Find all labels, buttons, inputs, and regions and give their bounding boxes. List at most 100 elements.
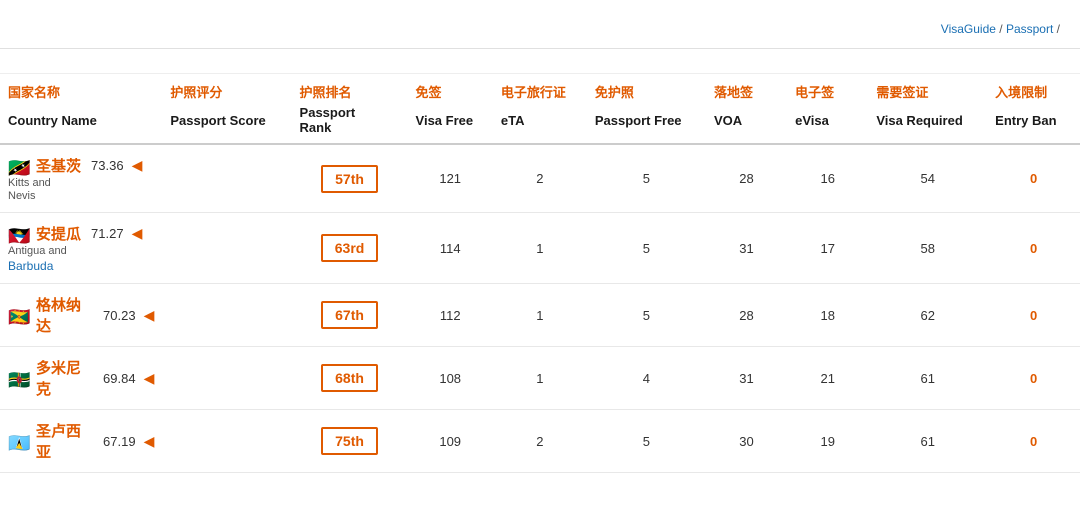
eta-cell: 1	[493, 347, 587, 410]
col-header-eta-cn: 电子旅行证	[493, 76, 587, 103]
entry-ban-cell: 0	[987, 410, 1080, 473]
country-score-inline: 70.23	[103, 308, 136, 323]
passport-score-cell	[162, 284, 291, 347]
col-header-evisa-en: eVisa	[787, 103, 868, 144]
english-header-row: Country Name Passport Score PassportRank…	[0, 103, 1080, 144]
country-cell: 🇱🇨 圣卢西亚 67.19 ◀	[0, 410, 162, 473]
eta-cell: 2	[493, 410, 587, 473]
col-header-voa-en: VOA	[706, 103, 787, 144]
country-cell: 🇦🇬 安提瓜 71.27 ◀ Antigua and Barbuda	[0, 213, 162, 284]
table-wrapper: 国家名称 护照评分 护照排名 免签 电子旅行证 免护照 落地签 电子签 需要签证…	[0, 76, 1080, 493]
eta-cell: 2	[493, 144, 587, 213]
country-chinese: 圣卢西亚	[36, 420, 93, 462]
country-flag: 🇬🇩	[8, 307, 30, 323]
country-top: 🇱🇨 圣卢西亚 67.19 ◀	[8, 420, 154, 462]
country-top: 🇰🇳 圣基茨 73.36 ◀	[8, 155, 154, 176]
passport-free-cell: 5	[587, 144, 706, 213]
passport-table: 国家名称 护照评分 护照排名 免签 电子旅行证 免护照 落地签 电子签 需要签证…	[0, 76, 1080, 473]
country-top: 🇦🇬 安提瓜 71.27 ◀	[8, 223, 154, 244]
country-english-sub: Antigua and	[8, 245, 154, 257]
voa-cell: 28	[706, 284, 787, 347]
visa-free-cell: 108	[408, 347, 493, 410]
country-info: 🇩🇲 多米尼克 69.84 ◀	[8, 357, 154, 399]
visa-required-cell: 61	[868, 347, 987, 410]
table-row: 🇱🇨 圣卢西亚 67.19 ◀ 75th109253019610	[0, 410, 1080, 473]
table-row: 🇬🇩 格林纳达 70.23 ◀ 67th112152818620	[0, 284, 1080, 347]
breadcrumb-visaguide[interactable]: VisaGuide	[941, 22, 996, 36]
evisa-cell: 19	[787, 410, 868, 473]
country-chinese: 圣基茨	[36, 155, 81, 176]
country-flag: 🇱🇨	[8, 433, 30, 449]
arrow-icon: ◀	[132, 157, 143, 174]
breadcrumb: VisaGuide / Passport /	[941, 22, 1060, 36]
col-header-visareq-cn: 需要签证	[868, 76, 987, 103]
passport-rank-cell: 57th	[292, 144, 408, 213]
col-header-eta-en: eTA	[493, 103, 587, 144]
country-cell: 🇩🇲 多米尼克 69.84 ◀	[0, 347, 162, 410]
table-row: 🇦🇬 安提瓜 71.27 ◀ Antigua and Barbuda 63rd114…	[0, 213, 1080, 284]
country-english-sub: Kitts and	[8, 177, 154, 189]
col-header-entryban-cn: 入境限制	[987, 76, 1080, 103]
voa-cell: 31	[706, 213, 787, 284]
visa-required-cell: 58	[868, 213, 987, 284]
col-header-score-en: Passport Score	[162, 103, 291, 144]
entry-ban-cell: 0	[987, 144, 1080, 213]
rank-box: 57th	[321, 165, 378, 193]
breadcrumb-sep1: /	[999, 22, 1006, 36]
country-flag: 🇦🇬	[8, 226, 30, 242]
passport-free-cell: 5	[587, 213, 706, 284]
col-header-rank-en: PassportRank	[292, 103, 408, 144]
visa-free-cell: 121	[408, 144, 493, 213]
col-header-passportfree-en: Passport Free	[587, 103, 706, 144]
arrow-icon: ◀	[144, 370, 155, 387]
country-top: 🇩🇲 多米尼克 69.84 ◀	[8, 357, 154, 399]
country-info: 🇰🇳 圣基茨 73.36 ◀ Kitts andNevis	[8, 155, 154, 202]
table-row: 🇩🇲 多米尼克 69.84 ◀ 68th108143121610	[0, 347, 1080, 410]
col-header-visafree-en: Visa Free	[408, 103, 493, 144]
arrow-icon: ◀	[144, 433, 155, 450]
chinese-header-row: 国家名称 护照评分 护照排名 免签 电子旅行证 免护照 落地签 电子签 需要签证…	[0, 76, 1080, 103]
rank-box: 75th	[321, 427, 378, 455]
country-english-link[interactable]: Barbuda	[8, 259, 154, 273]
table-row: 🇰🇳 圣基茨 73.36 ◀ Kitts andNevis57th1212528…	[0, 144, 1080, 213]
rank-box: 67th	[321, 301, 378, 329]
country-score-inline: 69.84	[103, 371, 136, 386]
country-cell: 🇬🇩 格林纳达 70.23 ◀	[0, 284, 162, 347]
country-info: 🇬🇩 格林纳达 70.23 ◀	[8, 294, 154, 336]
rank-box: 68th	[321, 364, 378, 392]
breadcrumb-passport[interactable]: Passport	[1006, 22, 1053, 36]
arrow-icon: ◀	[144, 307, 155, 324]
visa-free-cell: 114	[408, 213, 493, 284]
passport-rank-cell: 63rd	[292, 213, 408, 284]
entry-ban-cell: 0	[987, 284, 1080, 347]
col-header-voa-cn: 落地签	[706, 76, 787, 103]
visa-free-cell: 112	[408, 284, 493, 347]
evisa-cell: 17	[787, 213, 868, 284]
passport-rank-cell: 68th	[292, 347, 408, 410]
col-header-visafree-cn: 免签	[408, 76, 493, 103]
visa-free-cell: 109	[408, 410, 493, 473]
country-info: 🇦🇬 安提瓜 71.27 ◀ Antigua and Barbuda	[8, 223, 154, 273]
visa-required-cell: 62	[868, 284, 987, 347]
passport-rank-cell: 75th	[292, 410, 408, 473]
country-english-sub2: Nevis	[8, 190, 154, 202]
voa-cell: 31	[706, 347, 787, 410]
passport-score-cell	[162, 410, 291, 473]
col-header-country-cn: 国家名称	[0, 76, 162, 103]
evisa-cell: 21	[787, 347, 868, 410]
col-header-entryban-en: Entry Ban	[987, 103, 1080, 144]
country-info: 🇱🇨 圣卢西亚 67.19 ◀	[8, 420, 154, 462]
country-top: 🇬🇩 格林纳达 70.23 ◀	[8, 294, 154, 336]
country-chinese: 多米尼克	[36, 357, 93, 399]
entry-ban-cell: 0	[987, 213, 1080, 284]
col-header-score-cn: 护照评分	[162, 76, 291, 103]
eta-cell: 1	[493, 213, 587, 284]
col-header-rank-cn: 护照排名	[292, 76, 408, 103]
arrow-icon: ◀	[132, 225, 143, 242]
col-header-evisa-cn: 电子签	[787, 76, 868, 103]
entry-ban-cell: 0	[987, 347, 1080, 410]
header: VisaGuide / Passport /	[0, 0, 1080, 49]
col-header-country-en: Country Name	[0, 103, 162, 144]
col-header-visareq-en: Visa Required	[868, 103, 987, 144]
country-chinese: 安提瓜	[36, 223, 81, 244]
